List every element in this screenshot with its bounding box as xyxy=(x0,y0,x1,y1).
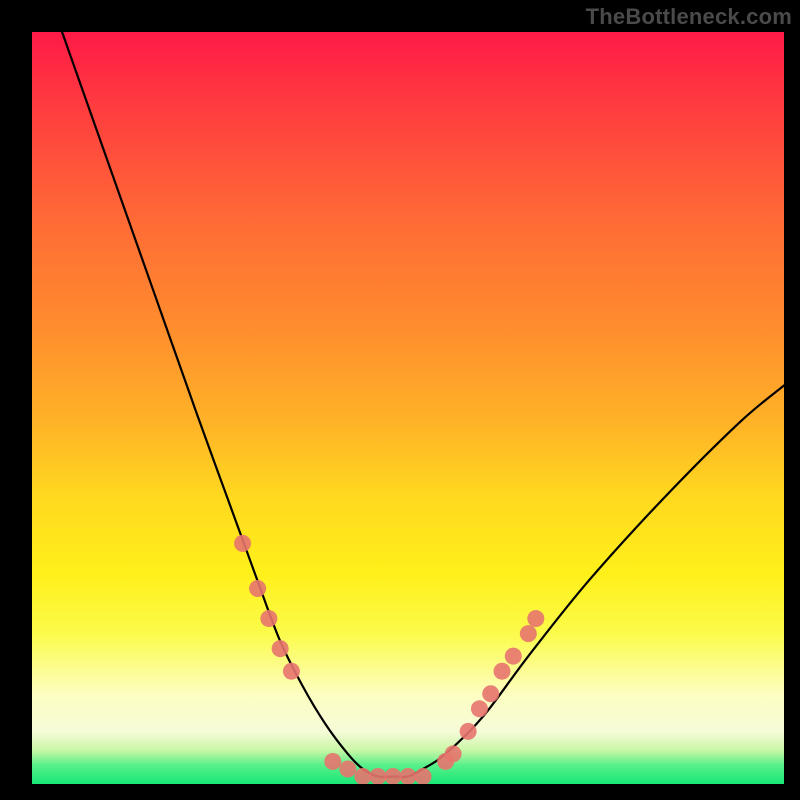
highlight-dot xyxy=(339,760,356,777)
highlight-dot xyxy=(520,625,537,642)
highlight-dot xyxy=(445,745,462,762)
highlight-dot xyxy=(369,768,386,784)
highlight-dot xyxy=(415,768,432,784)
highlight-dot xyxy=(400,768,417,784)
highlight-dot xyxy=(272,640,289,657)
highlight-dot xyxy=(505,648,522,665)
bottleneck-curve xyxy=(62,32,784,777)
plot-area xyxy=(32,32,784,784)
highlight-dot xyxy=(527,610,544,627)
highlight-dot xyxy=(324,753,341,770)
highlight-dot xyxy=(260,610,277,627)
highlight-dot xyxy=(384,768,401,784)
chart-frame: TheBottleneck.com xyxy=(0,0,800,800)
highlight-dot xyxy=(234,535,251,552)
highlight-dot xyxy=(354,768,371,784)
highlight-dot xyxy=(494,663,511,680)
watermark-text: TheBottleneck.com xyxy=(586,4,792,30)
curve-layer xyxy=(32,32,784,784)
highlight-dots xyxy=(234,535,544,784)
highlight-dot xyxy=(471,700,488,717)
highlight-dot xyxy=(460,723,477,740)
highlight-dot xyxy=(249,580,266,597)
highlight-dot xyxy=(283,663,300,680)
highlight-dot xyxy=(482,685,499,702)
